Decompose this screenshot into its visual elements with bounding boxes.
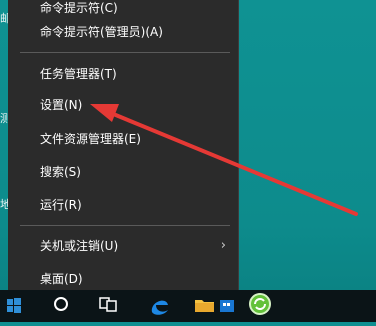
menu-item-label: 文件资源管理器(E) bbox=[40, 132, 141, 146]
store-icon[interactable] bbox=[214, 290, 240, 322]
desktop-edge-label: 邮 bbox=[0, 12, 8, 25]
desktop-edge-label: 地 bbox=[0, 198, 8, 211]
submenu-chevron-icon: › bbox=[220, 238, 226, 253]
menu-item-label: 任务管理器(T) bbox=[40, 67, 117, 81]
cortana-search-icon[interactable] bbox=[46, 290, 76, 322]
taskbar bbox=[0, 290, 376, 322]
green-refresh-app-icon[interactable] bbox=[246, 290, 274, 322]
task-view-icon[interactable] bbox=[92, 290, 124, 322]
menu-item-search[interactable]: 搜索(S) bbox=[8, 158, 238, 186]
windows-start-icon[interactable] bbox=[0, 290, 28, 322]
menu-item-task-manager[interactable]: 任务管理器(T) bbox=[8, 60, 238, 88]
menu-item-command-prompt-admin[interactable]: 命令提示符(管理员)(A) bbox=[8, 18, 238, 46]
menu-item-run[interactable]: 运行(R) bbox=[8, 191, 238, 219]
menu-item-desktop[interactable]: 桌面(D) bbox=[8, 265, 238, 293]
menu-item-label: 命令提示符(管理员)(A) bbox=[40, 25, 163, 39]
winx-context-menu: 命令提示符(C) 命令提示符(管理员)(A) 任务管理器(T) 设置(N) 文件… bbox=[8, 0, 239, 290]
menu-item-label: 搜索(S) bbox=[40, 165, 81, 179]
menu-item-label: 设置(N) bbox=[40, 98, 83, 112]
edge-browser-icon[interactable] bbox=[142, 290, 176, 322]
menu-item-shutdown-signout[interactable]: 关机或注销(U) › bbox=[8, 232, 238, 260]
menu-separator bbox=[20, 225, 230, 226]
menu-separator bbox=[20, 52, 230, 53]
menu-item-file-explorer[interactable]: 文件资源管理器(E) bbox=[8, 125, 238, 153]
desktop-edge-label: 测 bbox=[0, 112, 8, 125]
menu-item-label: 桌面(D) bbox=[40, 272, 83, 286]
menu-item-label: 运行(R) bbox=[40, 198, 82, 212]
menu-item-label: 关机或注销(U) bbox=[40, 239, 119, 253]
menu-item-settings[interactable]: 设置(N) bbox=[8, 91, 238, 119]
